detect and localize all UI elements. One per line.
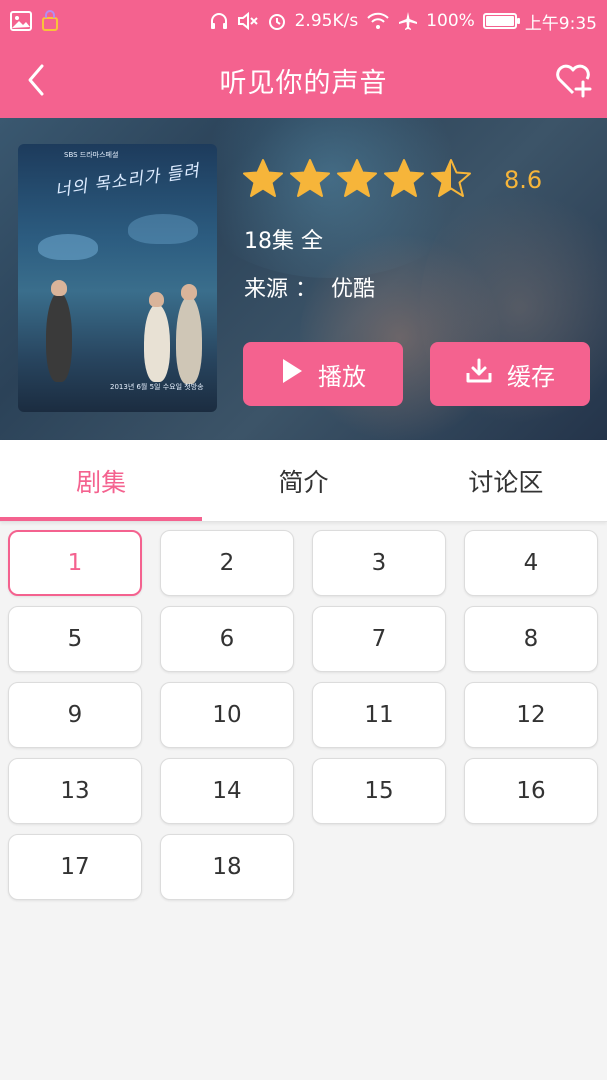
battery-percent: 100%	[426, 11, 475, 31]
episode-grid: 1 2 3 4 5 6 7 8 9 10 11 12 13 14 15 16 17 18	[8, 530, 600, 900]
episode-button[interactable]: 18	[160, 834, 294, 900]
page-title: 听见你的声音	[219, 67, 388, 99]
poster-figure	[144, 304, 170, 382]
episode-button[interactable]: 13	[8, 758, 142, 824]
episode-button[interactable]: 3	[312, 530, 446, 596]
image-notification-icon	[10, 11, 32, 31]
play-label: 播放	[318, 362, 366, 391]
cache-label: 缓存	[507, 362, 555, 391]
nav-bar: 听见你的声音	[0, 42, 607, 118]
poster-date: 2013년 6월 5일 수요일 첫방송	[110, 383, 204, 391]
poster-figure	[46, 292, 72, 382]
download-icon	[465, 357, 493, 391]
episode-button[interactable]: 2	[160, 530, 294, 596]
episode-button[interactable]: 15	[312, 758, 446, 824]
status-bar: 2.95K/s 100% 上午9:35	[0, 0, 607, 42]
rating-score: 8.6	[504, 166, 543, 194]
tab-discussion[interactable]: 讨论区	[405, 440, 607, 521]
episode-button[interactable]: 10	[160, 682, 294, 748]
back-icon[interactable]	[20, 60, 60, 100]
add-favorite-icon[interactable]	[553, 60, 593, 100]
episode-button[interactable]: 14	[160, 758, 294, 824]
tab-episodes[interactable]: 剧集	[0, 440, 203, 521]
star-full-icon	[337, 159, 377, 197]
episode-button[interactable]: 1	[8, 530, 142, 596]
mute-icon	[237, 11, 259, 31]
episode-button[interactable]: 16	[464, 758, 598, 824]
clock: 上午9:35	[524, 13, 597, 34]
tab-intro[interactable]: 简介	[202, 440, 404, 521]
poster-logo: SBS 드라마스페셜	[64, 151, 119, 159]
poster-title: 너의 목소리가 들려	[53, 160, 201, 202]
play-button[interactable]: 播放	[243, 342, 403, 406]
poster-image: SBS 드라마스페셜 너의 목소리가 들려 2013년 6월 5일 수요일 첫방…	[18, 144, 217, 412]
episode-button[interactable]: 6	[160, 606, 294, 672]
star-full-icon	[290, 159, 330, 197]
episode-button[interactable]: 7	[312, 606, 446, 672]
poster-figure	[176, 296, 202, 384]
episode-button[interactable]: 8	[464, 606, 598, 672]
episode-button[interactable]: 5	[8, 606, 142, 672]
episode-button[interactable]: 17	[8, 834, 142, 900]
battery-icon	[482, 13, 520, 29]
episode-count: 18集 全	[244, 229, 323, 254]
show-header: SBS 드라마스페셜 너의 목소리가 들려 2013년 6월 5일 수요일 첫방…	[0, 118, 607, 440]
battery-level	[485, 16, 514, 26]
episode-button[interactable]: 12	[464, 682, 598, 748]
network-speed: 2.95K/s	[294, 11, 359, 31]
tab-bar: 剧集 简介 讨论区	[0, 440, 607, 522]
episode-button[interactable]: 11	[312, 682, 446, 748]
star-full-icon	[243, 159, 283, 197]
headphones-icon	[209, 11, 229, 31]
video-source: 来源 ： 优酷	[244, 277, 375, 302]
star-full-icon	[384, 159, 424, 197]
episode-button[interactable]: 9	[8, 682, 142, 748]
star-half-icon	[431, 159, 471, 197]
play-icon	[280, 357, 304, 391]
wifi-icon	[366, 12, 390, 30]
episode-button[interactable]: 4	[464, 530, 598, 596]
cache-button[interactable]: 缓存	[430, 342, 590, 406]
airplane-mode-icon	[398, 11, 418, 31]
star-rating	[242, 158, 477, 198]
app-notification-icon	[40, 10, 60, 32]
alarm-icon	[267, 11, 287, 31]
